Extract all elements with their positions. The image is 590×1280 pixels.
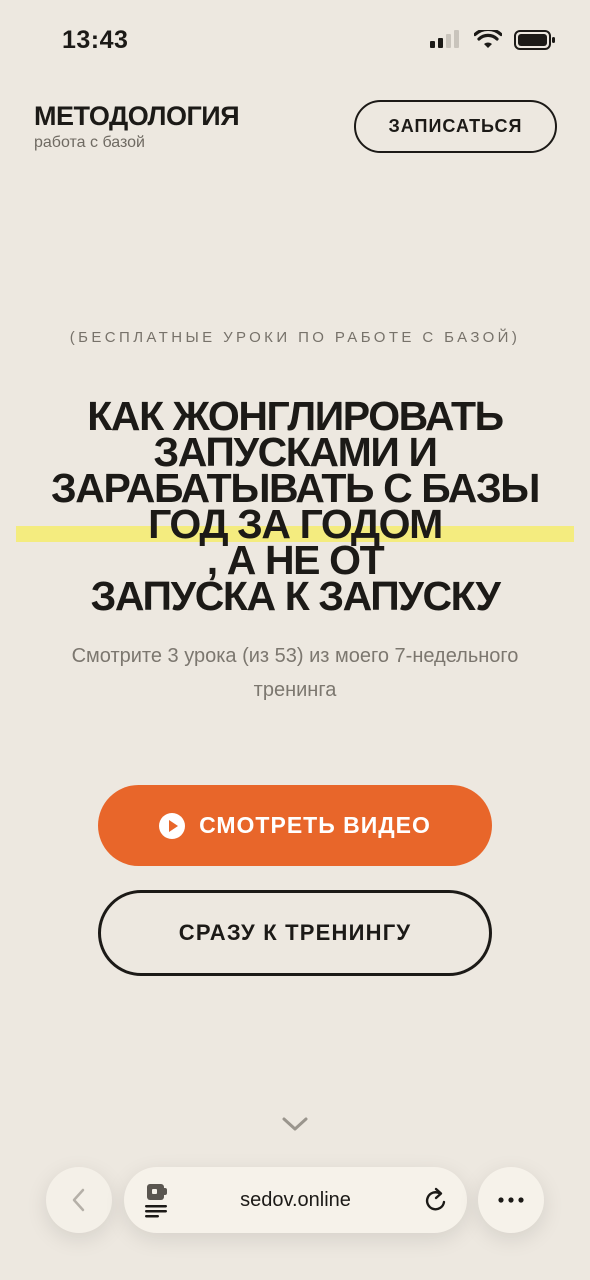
- headline-highlight: ГОД ЗА ГОДОМ: [16, 504, 574, 545]
- headline-line-5: ЗАПУСКА К ЗАПУСКУ: [90, 573, 501, 619]
- url-text[interactable]: sedov.online: [124, 1167, 467, 1233]
- brand-title: МЕТОДОЛОГИЯ: [34, 101, 240, 131]
- address-bar[interactable]: sedov.online: [124, 1167, 467, 1233]
- watch-video-button[interactable]: СМОТРЕТЬ ВИДЕО: [98, 785, 492, 866]
- status-bar: 13:43: [0, 0, 590, 80]
- chevron-left-icon: [72, 1188, 85, 1212]
- chevron-down-icon[interactable]: [281, 1115, 309, 1133]
- hero-subtitle: Смотрите 3 урока (из 53) из моего 7-неде…: [71, 645, 519, 701]
- eyebrow-text: (БЕСПЛАТНЫЕ УРОКИ ПО РАБОТЕ С БАЗОЙ): [69, 329, 521, 346]
- more-dots-icon: [498, 1197, 524, 1203]
- hero-headline: КАК ЖОНГЛИРОВАТЬ ЗАПУСКАМИ И ЗАРАБАТЫВАТ…: [16, 396, 574, 619]
- brand-logo[interactable]: МЕТОДОЛОГИЯ работа с базой: [34, 100, 240, 153]
- status-time: 13:43: [62, 26, 129, 54]
- play-icon: [159, 812, 186, 839]
- headline-line-4: ГОД ЗА ГОДОМ, А НЕ ОТ: [16, 504, 574, 581]
- brand-subtitle: работа с базой: [34, 134, 145, 151]
- battery-icon: [514, 30, 555, 50]
- signup-button[interactable]: ЗАПИСАТЬСЯ: [354, 100, 557, 153]
- wifi-icon: [474, 30, 502, 48]
- go-to-training-button[interactable]: СРАЗУ К ТРЕНИНГУ: [98, 890, 492, 976]
- watch-video-label: СМОТРЕТЬ ВИДЕО: [199, 812, 431, 838]
- more-options-button[interactable]: [478, 1167, 544, 1233]
- cellular-signal-icon: [430, 30, 459, 48]
- reload-icon[interactable]: [424, 1187, 448, 1213]
- status-icons: [430, 28, 556, 52]
- browser-back-button[interactable]: [46, 1167, 112, 1233]
